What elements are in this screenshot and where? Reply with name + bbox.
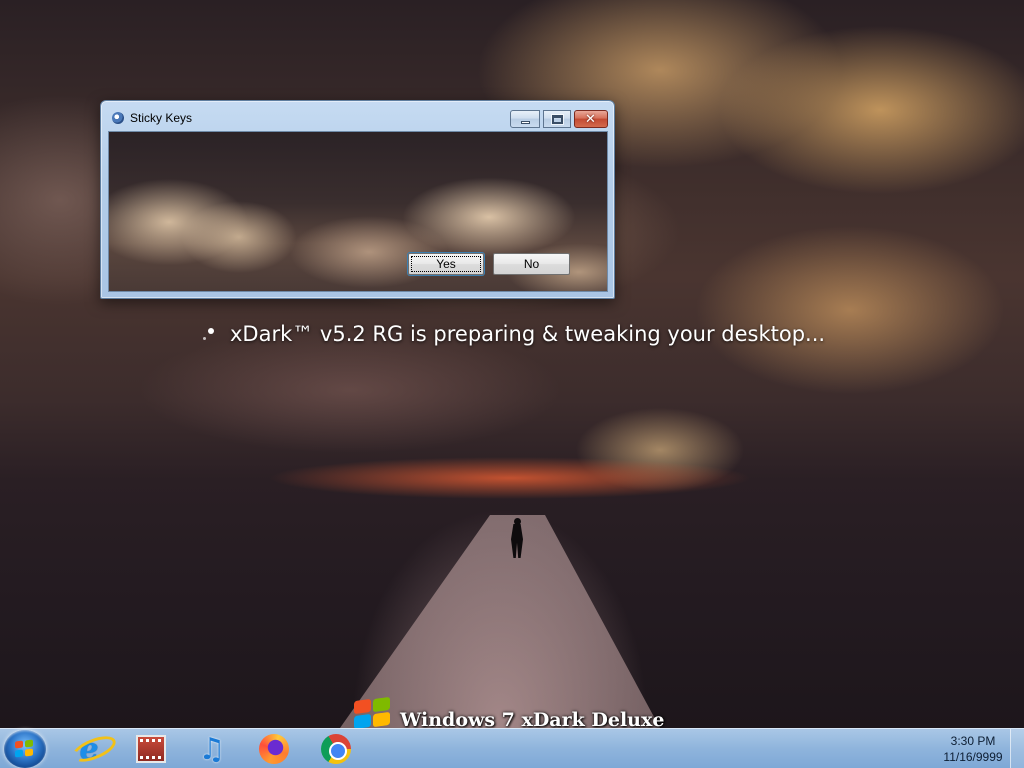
start-button[interactable] <box>4 730 46 768</box>
close-icon: ✕ <box>585 112 596 127</box>
clock-date: 11/16/9999 <box>943 750 1003 764</box>
branding-text: Windows 7 xDark Deluxe <box>400 709 665 728</box>
no-button[interactable]: No <box>493 253 570 275</box>
window-client-area: Yes No <box>108 131 608 292</box>
itunes-icon: ♫ <box>198 731 226 767</box>
taskbar-app-firefox[interactable] <box>251 731 297 767</box>
title-bar[interactable]: Sticky Keys ✕ <box>101 101 614 131</box>
minimize-icon <box>521 121 530 124</box>
show-desktop-button[interactable] <box>1010 729 1024 768</box>
clock-time: 3:30 PM <box>950 734 996 748</box>
taskbar-app-internet-explorer[interactable]: e <box>66 731 112 767</box>
internet-explorer-icon: e <box>79 731 99 767</box>
taskbar-app-chrome[interactable] <box>313 731 359 767</box>
yes-button[interactable]: Yes <box>408 253 484 275</box>
loading-spinner-icon <box>202 325 220 343</box>
sticky-keys-app-icon <box>112 112 124 124</box>
sticky-keys-window[interactable]: Sticky Keys ✕ Yes No <box>100 100 615 299</box>
system-clock[interactable]: 3:30 PM 11/16/9999 <box>930 733 1016 765</box>
status-text: xDark™ v5.2 RG is preparing & tweaking y… <box>230 322 826 346</box>
status-message: xDark™ v5.2 RG is preparing & tweaking y… <box>202 322 825 346</box>
minimize-button[interactable] <box>510 110 540 128</box>
chrome-icon <box>321 734 351 764</box>
windows-branding: Windows 7 xDark Deluxe <box>352 696 682 728</box>
maximize-icon <box>552 115 563 124</box>
yes-button-label: Yes <box>436 257 456 271</box>
wallpaper-figure <box>510 518 524 558</box>
window-title: Sticky Keys <box>130 111 193 125</box>
taskbar-app-itunes[interactable]: ♫ <box>189 731 235 767</box>
windows-flag-icon <box>15 739 35 758</box>
media-center-icon <box>136 735 166 763</box>
taskbar: e ♫ 3:30 PM 11/16/9999 <box>0 728 1024 768</box>
close-button[interactable]: ✕ <box>574 110 608 128</box>
firefox-icon <box>259 734 289 764</box>
maximize-button[interactable] <box>543 110 571 128</box>
taskbar-app-media-center[interactable] <box>128 731 174 767</box>
windows-logo-icon <box>352 696 394 728</box>
no-button-label: No <box>523 257 540 271</box>
